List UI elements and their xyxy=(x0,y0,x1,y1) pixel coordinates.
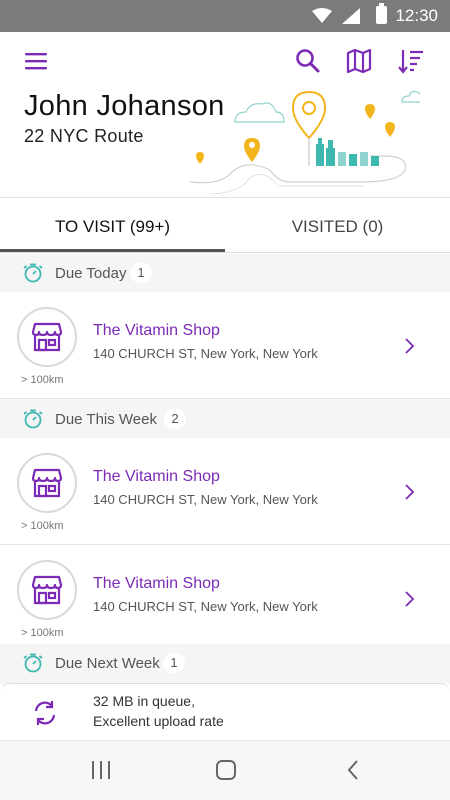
tab-bar: TO VISIT (99+) VISITED (0) xyxy=(0,199,450,253)
chevron-right-icon xyxy=(405,591,415,607)
section-count-badge: 1 xyxy=(163,653,185,673)
upload-status-bar[interactable]: 32 MB in queue, Excellent upload rate xyxy=(0,683,450,740)
recent-apps-icon[interactable] xyxy=(90,759,112,781)
chevron-right-icon xyxy=(405,484,415,500)
upload-rate-text: Excellent upload rate xyxy=(93,713,224,729)
store-address: 140 CHURCH ST, New York, New York xyxy=(93,599,318,614)
menu-icon[interactable] xyxy=(22,46,52,76)
status-bar: 12:30 xyxy=(0,0,450,32)
home-icon[interactable] xyxy=(215,759,237,781)
section-label: Due This Week xyxy=(55,411,157,428)
store-icon xyxy=(31,575,63,605)
status-time: 12:30 xyxy=(395,6,438,25)
store-address: 140 CHURCH ST, New York, New York xyxy=(93,492,318,507)
section-header-due-today: Due Today 1 xyxy=(0,254,450,292)
tab-divider xyxy=(0,252,450,253)
tab-to-visit[interactable]: TO VISIT (99+) xyxy=(0,199,225,253)
route-header: John Johanson 22 NYC Route xyxy=(0,32,450,198)
timer-icon xyxy=(23,653,43,673)
store-list-item[interactable]: > 100km The Vitamin Shop 140 CHURCH ST, … xyxy=(0,545,450,652)
store-avatar xyxy=(17,453,77,513)
app-screen: 12:30 John Johanson 22 NYC Route TO VISI… xyxy=(0,0,450,800)
store-name: The Vitamin Shop xyxy=(93,575,220,592)
system-nav-bar xyxy=(0,740,450,800)
visit-list[interactable]: Due Today 1 > 100km The Vitamin Shop 140… xyxy=(0,254,450,684)
search-icon[interactable] xyxy=(293,46,323,76)
store-name: The Vitamin Shop xyxy=(93,322,220,339)
upload-queue-text: 32 MB in queue, xyxy=(93,693,195,709)
route-name: 22 NYC Route xyxy=(24,126,144,146)
wifi-icon xyxy=(312,8,332,23)
section-count-badge: 2 xyxy=(164,409,186,429)
section-label: Due Next Week xyxy=(55,655,160,672)
store-distance: > 100km xyxy=(21,520,64,532)
store-icon xyxy=(31,322,63,352)
map-icon[interactable] xyxy=(344,46,374,76)
battery-icon xyxy=(376,3,387,24)
route-illustration xyxy=(190,90,420,194)
store-address: 140 CHURCH ST, New York, New York xyxy=(93,346,318,361)
store-icon xyxy=(31,468,63,498)
section-header-due-next-week: Due Next Week 1 xyxy=(0,644,450,682)
store-avatar xyxy=(17,307,77,367)
chevron-right-icon xyxy=(405,338,415,354)
sort-icon[interactable] xyxy=(396,46,426,76)
store-distance: > 100km xyxy=(21,627,64,639)
signal-icon xyxy=(342,8,360,24)
section-label: Due Today xyxy=(55,265,127,282)
store-list-item[interactable]: > 100km The Vitamin Shop 140 CHURCH ST, … xyxy=(0,292,450,399)
store-list-item[interactable]: > 100km The Vitamin Shop 140 CHURCH ST, … xyxy=(0,438,450,545)
timer-icon xyxy=(23,409,43,429)
timer-icon xyxy=(23,263,43,283)
back-icon[interactable] xyxy=(345,759,361,781)
store-distance: > 100km xyxy=(21,374,64,386)
store-avatar xyxy=(17,560,77,620)
tab-visited[interactable]: VISITED (0) xyxy=(225,199,450,253)
sync-icon xyxy=(34,701,56,725)
store-name: The Vitamin Shop xyxy=(93,468,220,485)
section-header-due-this-week: Due This Week 2 xyxy=(0,400,450,438)
section-count-badge: 1 xyxy=(130,263,152,283)
